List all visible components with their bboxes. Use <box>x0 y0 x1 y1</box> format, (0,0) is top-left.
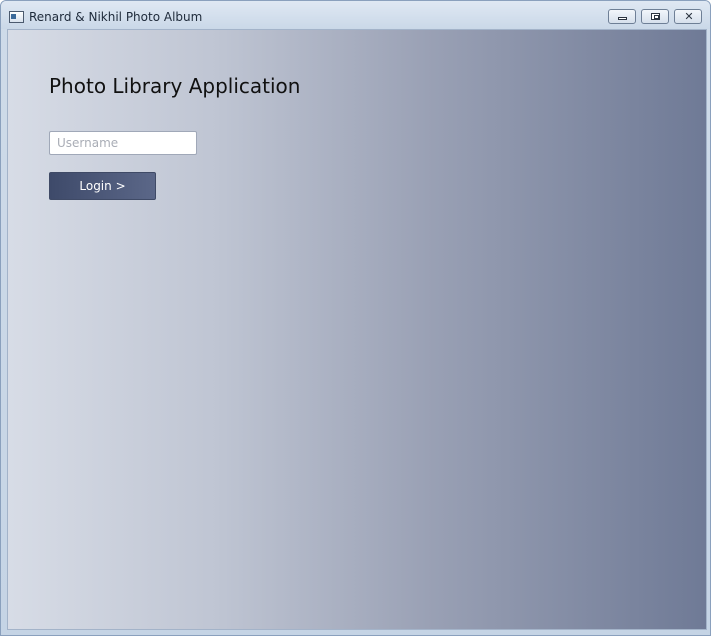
login-panel: Photo Library Application Login > <box>7 29 707 630</box>
page-title: Photo Library Application <box>49 74 301 98</box>
window-title: Renard & Nikhil Photo Album <box>29 10 203 24</box>
login-button[interactable]: Login > <box>49 172 156 200</box>
app-window: Renard & Nikhil Photo Album ✕ Photo Libr… <box>0 0 711 636</box>
username-input[interactable] <box>49 131 197 155</box>
title-bar[interactable]: Renard & Nikhil Photo Album ✕ <box>1 1 710 29</box>
close-button[interactable]: ✕ <box>674 9 702 24</box>
minimize-button[interactable] <box>608 9 636 24</box>
close-icon: ✕ <box>684 10 694 23</box>
app-icon[interactable] <box>9 11 24 23</box>
restore-icon <box>651 13 660 20</box>
maximize-button[interactable] <box>641 9 669 24</box>
minimize-icon <box>618 17 627 20</box>
